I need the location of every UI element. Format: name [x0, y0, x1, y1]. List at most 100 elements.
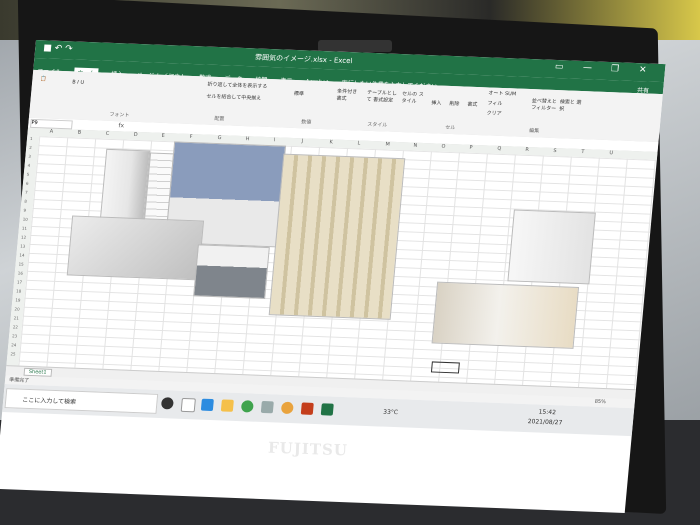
row-header[interactable]: 4	[27, 163, 30, 168]
paste-icon[interactable]: 📋	[40, 76, 47, 82]
window-title: 雰囲気のイメージ.xlsx - Excel	[254, 53, 353, 66]
column-header[interactable]: T	[581, 149, 585, 155]
merge-center-button[interactable]: セルを結合して中央揃え	[206, 93, 261, 102]
taskbar-search-placeholder: ここに入力して検索	[21, 396, 77, 406]
bold-button[interactable]: B I U	[72, 79, 84, 85]
column-header[interactable]: C	[105, 131, 109, 137]
chrome-icon[interactable]	[240, 400, 254, 413]
column-header[interactable]: S	[553, 148, 557, 154]
group-edit-label: 編集	[528, 128, 540, 135]
edge-icon[interactable]	[200, 398, 214, 412]
row-header[interactable]: 14	[19, 253, 25, 258]
weather-temperature[interactable]: 33°C	[383, 409, 398, 417]
app-icon[interactable]	[260, 400, 274, 414]
widgets-icon[interactable]	[180, 397, 196, 413]
column-header[interactable]: M	[385, 142, 390, 148]
row-header[interactable]: 15	[18, 262, 24, 267]
column-header[interactable]: I	[273, 137, 275, 143]
zoom-level[interactable]: 85%	[594, 399, 606, 405]
row-header[interactable]: 7	[25, 190, 28, 195]
column-header[interactable]: A	[49, 129, 53, 135]
row-header[interactable]: 8	[24, 199, 27, 204]
image-daybed[interactable]	[193, 244, 270, 299]
clear-button[interactable]: クリア	[486, 109, 502, 117]
row-header[interactable]: 19	[15, 297, 21, 302]
row-header[interactable]: 24	[11, 342, 17, 347]
image-white-wardrobe[interactable]	[507, 209, 596, 285]
row-header[interactable]: 9	[23, 208, 26, 213]
row-header[interactable]: 6	[26, 181, 29, 186]
clock-time[interactable]: 15:42	[538, 409, 556, 417]
row-header[interactable]: 11	[22, 226, 28, 231]
row-header[interactable]: 23	[12, 333, 18, 338]
row-header[interactable]: 3	[28, 154, 31, 159]
app-orange-icon[interactable]	[280, 401, 294, 415]
close-button[interactable]: ✕	[638, 65, 646, 75]
delete-cells-button[interactable]: 削除	[449, 100, 460, 107]
selected-cell[interactable]	[430, 361, 460, 374]
quick-access-toolbar[interactable]: ■ ↶ ↷	[43, 43, 73, 54]
fill-button[interactable]: フィル	[487, 99, 503, 107]
row-header[interactable]: 20	[14, 306, 20, 311]
status-ready: 準備完了	[8, 377, 30, 384]
minimize-button[interactable]: —	[583, 63, 593, 73]
column-header[interactable]: L	[357, 140, 360, 146]
row-header[interactable]: 2	[29, 145, 32, 150]
conditional-format-button[interactable]: 条件付き 書式	[336, 88, 363, 103]
column-header[interactable]: K	[329, 139, 333, 145]
row-header[interactable]: 17	[17, 279, 23, 284]
taskbar-search[interactable]: ここに入力して検索	[4, 388, 159, 414]
maximize-button[interactable]: ❐	[610, 64, 619, 74]
file-explorer-icon[interactable]	[220, 399, 234, 412]
row-header[interactable]: 1	[30, 136, 33, 141]
column-header[interactable]: J	[301, 138, 303, 144]
image-curtain-room[interactable]	[268, 153, 406, 320]
find-select-button[interactable]: 検索と 選択	[559, 98, 582, 113]
column-header[interactable]: E	[161, 133, 165, 139]
row-header[interactable]: 18	[16, 288, 22, 293]
row-header[interactable]: 10	[22, 217, 28, 222]
column-header[interactable]: G	[217, 135, 221, 141]
group-style-label: スタイル	[366, 121, 388, 129]
autosum-button[interactable]: オート SUM	[488, 89, 516, 97]
format-as-table-button[interactable]: テーブルとして 書式設定	[366, 89, 399, 104]
insert-cells-button[interactable]: 挿入	[431, 99, 442, 106]
column-header[interactable]: H	[245, 136, 249, 142]
column-header[interactable]: F	[189, 134, 192, 140]
group-font-label: フォント	[109, 111, 130, 119]
row-header[interactable]: 12	[21, 235, 27, 240]
column-header[interactable]: N	[413, 143, 417, 149]
row-header[interactable]: 25	[10, 351, 16, 356]
excel-icon[interactable]	[320, 403, 334, 416]
column-header[interactable]: P	[469, 145, 473, 151]
row-header[interactable]: 22	[13, 324, 19, 329]
row-header[interactable]: 16	[18, 270, 24, 275]
sort-filter-button[interactable]: 並べ替えと フィルター	[531, 97, 558, 112]
wrap-text-button[interactable]: 折り返して全体を表示する	[207, 81, 267, 90]
column-header[interactable]: Q	[497, 146, 501, 152]
fujitsu-logo: FUJITSU	[267, 438, 349, 460]
row-header[interactable]: 5	[27, 172, 30, 177]
group-cells-label: セル	[444, 124, 456, 132]
image-dresser-room[interactable]	[431, 281, 580, 349]
row-header[interactable]: 13	[20, 244, 26, 249]
webcam	[318, 40, 392, 52]
image-closet[interactable]	[99, 148, 151, 223]
row-header[interactable]: 21	[13, 315, 19, 320]
column-header[interactable]: B	[77, 130, 81, 136]
fx-icon[interactable]: fx	[118, 122, 124, 129]
number-format-select[interactable]: 標準	[294, 90, 305, 97]
format-cells-button[interactable]: 書式	[467, 101, 478, 108]
column-header[interactable]: O	[441, 144, 445, 150]
group-align-label: 配置	[214, 115, 225, 123]
column-header[interactable]: D	[133, 132, 137, 138]
ribbon-display-button[interactable]: ▭	[555, 62, 564, 72]
worksheet-grid[interactable]	[18, 136, 657, 390]
cell-styles-button[interactable]: セルの スタイル	[401, 90, 426, 105]
image-desk-room[interactable]	[66, 215, 205, 281]
column-header[interactable]: R	[525, 147, 529, 153]
task-view-icon[interactable]	[160, 397, 174, 410]
powerpoint-icon[interactable]	[300, 402, 314, 415]
clock-date[interactable]: 2021/08/27	[527, 418, 562, 426]
column-header[interactable]: U	[609, 150, 613, 156]
